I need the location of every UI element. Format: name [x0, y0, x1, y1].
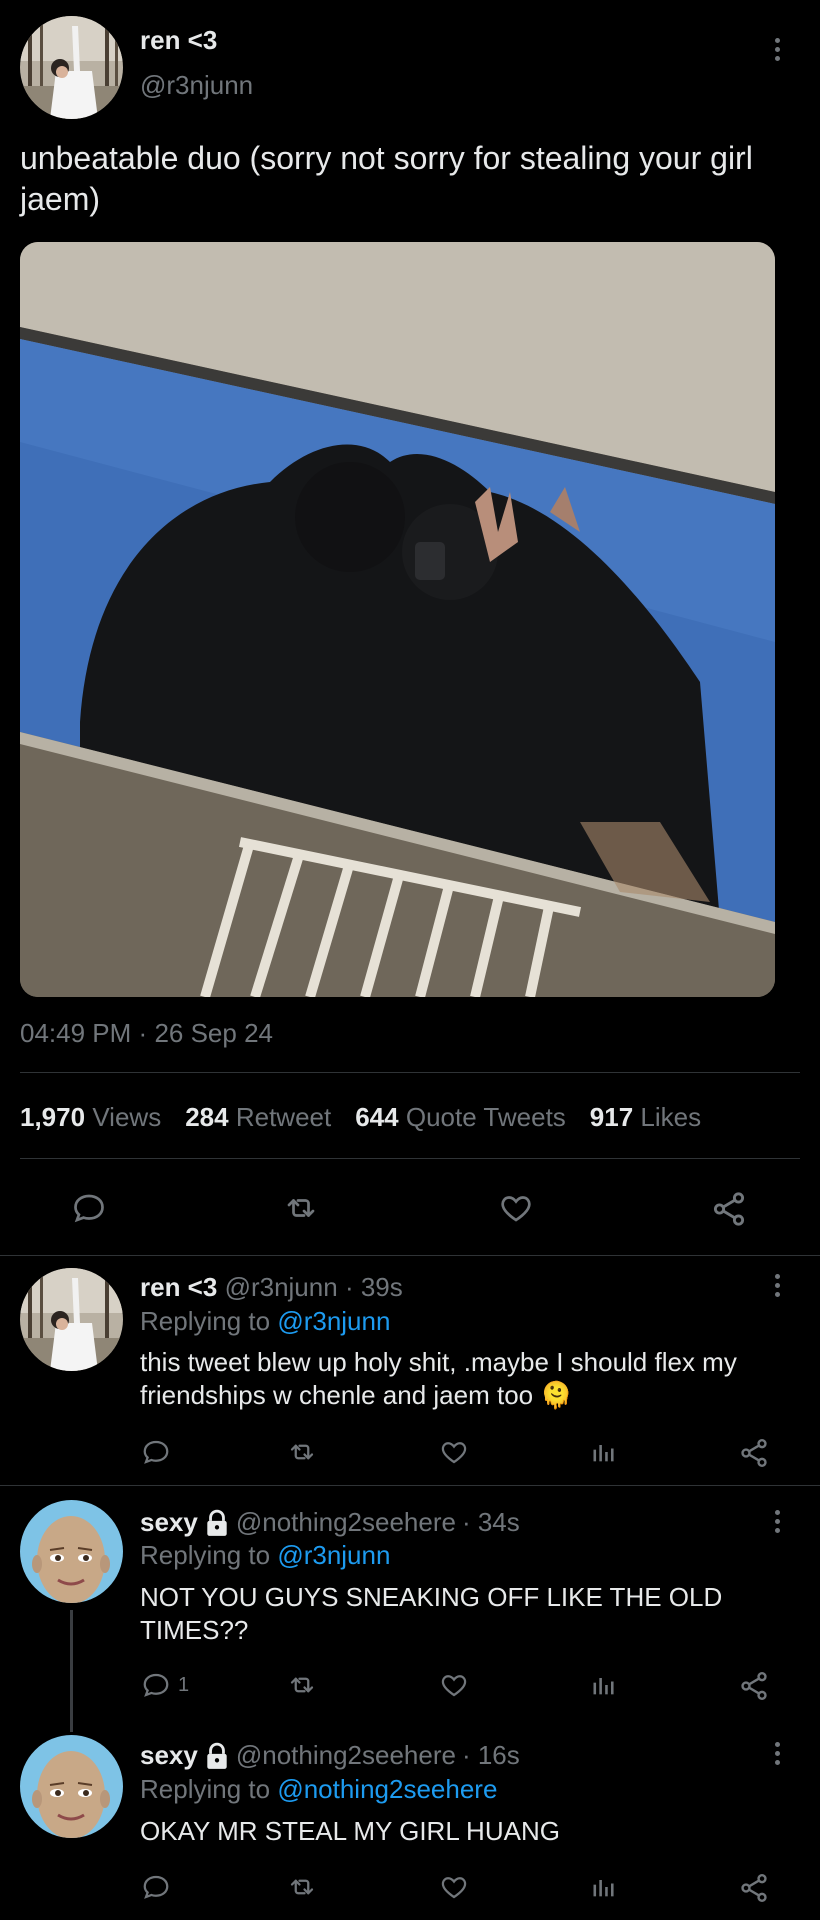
reply-header: sexy @nothing2seehere · 34s [140, 1507, 520, 1538]
retweet-icon[interactable] [280, 1190, 322, 1226]
tweet-stats: 1,970 Views 284 Retweet 644 Quote Tweets… [20, 1102, 701, 1133]
avatar[interactable] [20, 1735, 123, 1838]
analytics-icon[interactable] [590, 1872, 618, 1902]
more-options-icon[interactable] [774, 38, 780, 61]
reply-time: · 34s [461, 1507, 520, 1537]
mirror-selfie-image [20, 242, 775, 997]
avatar[interactable] [20, 1500, 123, 1603]
reply-text: this tweet blew up holy shit, .maybe I s… [140, 1346, 800, 1412]
handle[interactable]: @nothing2seehere [236, 1507, 456, 1538]
replying-to: Replying to @nothing2seehere [140, 1774, 497, 1805]
display-name[interactable]: sexy [140, 1740, 198, 1771]
handle[interactable]: @r3njunn [225, 1272, 338, 1302]
quotes-stat[interactable]: 644 Quote Tweets [355, 1102, 566, 1133]
replying-handle-link[interactable]: @r3njunn [277, 1306, 390, 1336]
retweet-icon[interactable] [285, 1670, 319, 1700]
tweet-text: unbeatable duo (sorry not sorry for stea… [20, 140, 753, 217]
replying-handle-link[interactable]: @r3njunn [277, 1540, 390, 1570]
like-icon[interactable] [496, 1190, 536, 1226]
reply-text: OKAY MR STEAL MY GIRL HUANG [140, 1816, 560, 1846]
retweets-label: Retweet [235, 1102, 332, 1132]
like-icon[interactable] [438, 1872, 470, 1902]
replying-to: Replying to @r3njunn [140, 1306, 390, 1337]
reply-text: NOT YOU GUYS SNEAKING OFF LIKE THE OLD T… [140, 1582, 723, 1645]
reply-icon[interactable] [140, 1437, 178, 1467]
analytics-icon[interactable] [590, 1437, 618, 1467]
reply-time: · 39s [344, 1272, 403, 1302]
avatar-photo [20, 1500, 123, 1603]
analytics-icon[interactable] [590, 1670, 618, 1700]
replying-to: Replying to @r3njunn [140, 1540, 390, 1571]
retweets-stat[interactable]: 284 Retweet [185, 1102, 331, 1133]
more-options-icon[interactable] [774, 1742, 780, 1765]
likes-count: 917 [589, 1102, 634, 1132]
divider [0, 1255, 820, 1256]
tweet-time: 04:49 PM [20, 1018, 132, 1048]
separator: · [138, 1018, 148, 1048]
lock-icon [207, 1742, 227, 1769]
tweet-photo[interactable] [20, 242, 775, 997]
like-icon[interactable] [438, 1670, 470, 1700]
reply-icon[interactable]: 1 [140, 1670, 189, 1700]
thread-line [70, 1610, 73, 1732]
retweet-icon[interactable] [285, 1437, 319, 1467]
share-icon[interactable] [738, 1437, 770, 1469]
reply-icon[interactable] [140, 1872, 178, 1902]
replying-label: Replying to [140, 1540, 271, 1570]
replying-label: Replying to [140, 1306, 271, 1336]
retweets-count: 284 [185, 1102, 229, 1132]
retweet-icon[interactable] [285, 1872, 319, 1902]
tweet-timestamp: 04:49 PM · 26 Sep 24 [20, 1018, 273, 1049]
avatar-photo [20, 1268, 123, 1371]
likes-label: Likes [640, 1102, 702, 1132]
reply-icon[interactable] [70, 1190, 108, 1226]
avatar[interactable] [20, 16, 123, 119]
replying-label: Replying to [140, 1774, 271, 1804]
quotes-count: 644 [355, 1102, 399, 1132]
reply-count: 1 [178, 1673, 190, 1696]
avatar[interactable] [20, 1268, 123, 1371]
share-icon[interactable] [738, 1872, 770, 1904]
handle[interactable]: @r3njunn [140, 70, 253, 101]
views-stat: 1,970 Views [20, 1102, 161, 1133]
divider [20, 1072, 800, 1073]
more-options-icon[interactable] [774, 1274, 780, 1297]
divider [0, 1485, 820, 1486]
avatar-photo [20, 16, 123, 119]
reply-text-content: this tweet blew up holy shit, .maybe I s… [140, 1347, 737, 1410]
lock-icon [207, 1509, 227, 1536]
share-icon[interactable] [710, 1190, 748, 1228]
avatar-photo [20, 1735, 123, 1838]
divider [20, 1158, 800, 1159]
views-label: Views [92, 1102, 162, 1132]
reply-header: sexy @nothing2seehere · 16s [140, 1740, 520, 1771]
quotes-label: Quote Tweets [405, 1102, 566, 1132]
handle[interactable]: @nothing2seehere [236, 1740, 456, 1771]
likes-stat[interactable]: 917 Likes [590, 1102, 701, 1133]
share-icon[interactable] [738, 1670, 770, 1702]
more-options-icon[interactable] [774, 1510, 780, 1533]
display-name[interactable]: sexy [140, 1507, 198, 1538]
like-icon[interactable] [438, 1437, 470, 1467]
display-name[interactable]: ren <3 [140, 25, 217, 56]
views-count: 1,970 [20, 1102, 86, 1132]
melting-face-emoji: 🫠 [540, 1380, 573, 1410]
reply-time: · 16s [461, 1740, 520, 1770]
display-name[interactable]: ren <3 [140, 1272, 217, 1302]
replying-handle-link[interactable]: @nothing2seehere [277, 1774, 497, 1804]
tweet-date: 26 Sep 24 [154, 1018, 273, 1048]
reply-header: ren <3 @r3njunn · 39s [140, 1272, 403, 1303]
